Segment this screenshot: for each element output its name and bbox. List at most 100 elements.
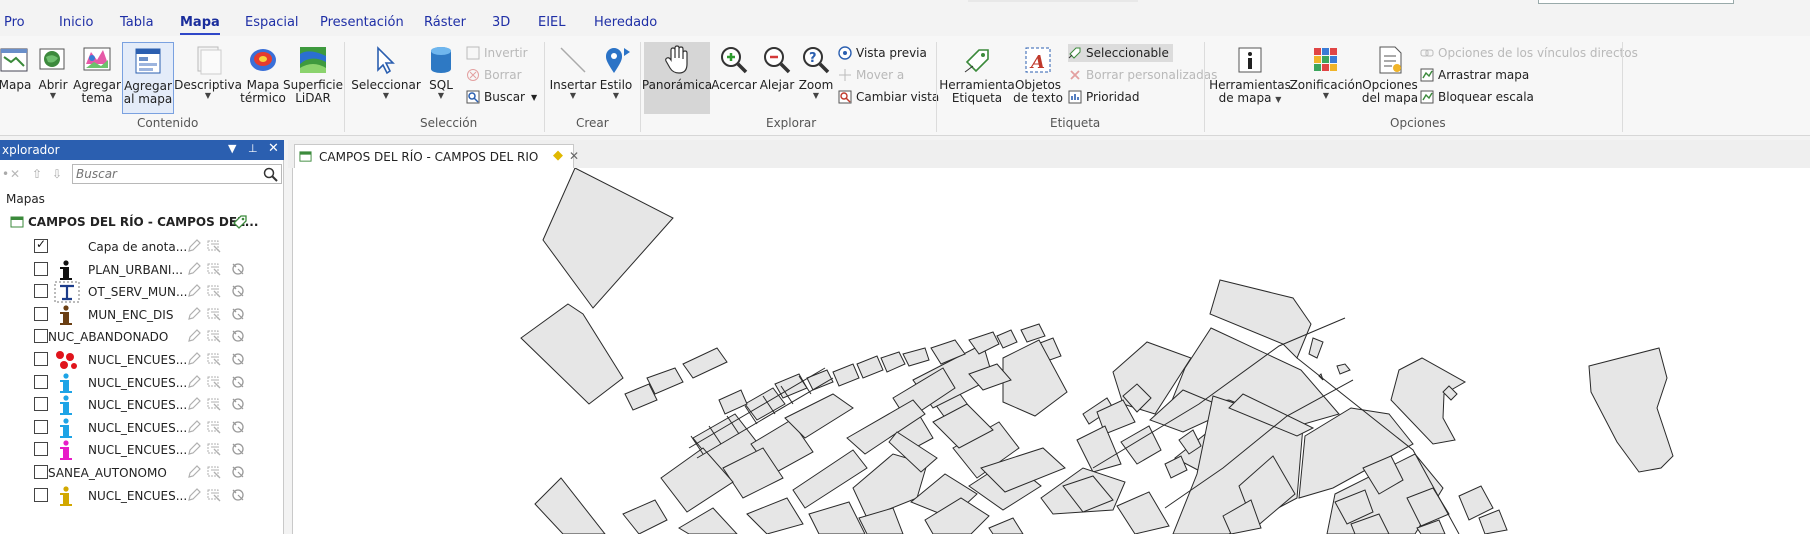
quick-search-box[interactable] xyxy=(1538,0,1734,4)
alejar-button[interactable]: Alejar xyxy=(758,42,796,114)
seleccionar-button[interactable]: Seleccionar ▼ xyxy=(351,42,421,114)
layer-visibility-checkbox[interactable] xyxy=(34,237,48,253)
borrar-personalizadas-button[interactable]: Borrar personalizadas xyxy=(1068,66,1217,84)
move-up-icon[interactable]: ⇧ xyxy=(32,167,42,181)
map-add-layer-icon[interactable] xyxy=(232,214,248,230)
tab-eiel[interactable]: EIEL xyxy=(538,15,566,30)
seleccionable-toggle[interactable]: Seleccionable xyxy=(1068,44,1173,62)
tab-pro[interactable]: Pro xyxy=(4,15,25,30)
edit-pencil-icon[interactable] xyxy=(186,351,202,367)
selectable-layer-icon[interactable] xyxy=(206,396,222,412)
opciones-del-mapa-button[interactable]: Opciones del mapa xyxy=(1362,42,1418,114)
label-visibility-icon[interactable] xyxy=(230,441,246,457)
buscar-button[interactable]: Buscar ▼ xyxy=(466,88,537,106)
invertir-button[interactable]: Invertir xyxy=(466,44,528,62)
layer-visibility-checkbox[interactable] xyxy=(34,306,48,321)
selectable-layer-icon[interactable] xyxy=(206,487,222,503)
edit-pencil-icon[interactable] xyxy=(186,419,202,435)
map-parcels[interactable] xyxy=(293,168,1810,534)
tab-heredado[interactable]: Heredado xyxy=(594,15,657,30)
label-visibility-icon[interactable] xyxy=(230,396,246,412)
layer-visibility-checkbox[interactable] xyxy=(34,442,48,457)
layer-row[interactable]: NUCL_ENCUES... xyxy=(0,392,284,416)
move-down-icon[interactable]: ⇩ xyxy=(52,167,62,181)
layer-row[interactable]: NUCL_ENCUES... xyxy=(0,437,284,461)
selectable-layer-icon[interactable] xyxy=(206,464,222,480)
insertar-button[interactable]: Insertar ▼ xyxy=(550,42,596,114)
estilo-button[interactable]: Estilo ▼ xyxy=(598,42,634,114)
selectable-layer-icon[interactable] xyxy=(206,374,222,390)
edit-pencil-icon[interactable] xyxy=(186,238,202,254)
cambiar-vista-button[interactable]: Cambiar vista xyxy=(838,88,939,106)
layer-visibility-checkbox[interactable] xyxy=(34,465,48,479)
acercar-button[interactable]: Acercar xyxy=(711,42,757,114)
layer-row[interactable]: NUCL_ENCUES... xyxy=(0,370,284,394)
edit-pencil-icon[interactable] xyxy=(186,464,202,480)
panel-menu-icon[interactable]: ▼ xyxy=(228,142,236,155)
vista-previa-button[interactable]: Vista previa xyxy=(838,44,927,62)
superficie-lidar-button[interactable]: Superficie LiDAR xyxy=(283,42,343,114)
tab-inicio[interactable]: Inicio xyxy=(59,15,93,30)
layer-visibility-checkbox[interactable] xyxy=(34,284,48,299)
layer-visibility-checkbox[interactable] xyxy=(34,374,48,389)
selectable-layer-icon[interactable] xyxy=(206,261,222,277)
map-document-tab[interactable]: CAMPOS DEL RÍO - CAMPOS DEL RIO ◆ ✕ xyxy=(294,144,579,168)
label-visibility-icon[interactable] xyxy=(230,283,246,299)
edit-pencil-icon[interactable] xyxy=(186,283,202,299)
zonificacion-button[interactable]: Zonificación ▼ xyxy=(1290,42,1362,114)
agregar-tema-button[interactable]: Agregar tema xyxy=(73,42,121,114)
selectable-layer-icon[interactable] xyxy=(206,351,222,367)
sql-button[interactable]: SQL ▼ xyxy=(424,42,458,114)
selectable-layer-icon[interactable] xyxy=(206,441,222,457)
layer-row[interactable]: OT_SERV_MUN... xyxy=(0,279,284,303)
bloquear-escala-button[interactable]: Bloquear escala xyxy=(1420,88,1534,106)
pin-icon[interactable]: ⊥ xyxy=(248,142,258,155)
close-icon[interactable]: ✕ xyxy=(268,141,279,156)
remove-layer-icon[interactable]: ✕ xyxy=(10,167,20,181)
mover-a-button[interactable]: Mover a xyxy=(838,66,904,84)
tab-raster[interactable]: Ráster xyxy=(424,15,466,30)
edit-pencil-icon[interactable] xyxy=(186,261,202,277)
edit-pencil-icon[interactable] xyxy=(186,487,202,503)
explorer-search-input[interactable] xyxy=(76,165,256,183)
layer-row[interactable]: NUCL_ENCUES... xyxy=(0,347,284,371)
arrastrar-mapa-button[interactable]: Arrastrar mapa xyxy=(1420,66,1529,84)
tab-tabla[interactable]: Tabla xyxy=(120,15,154,30)
tab-mapa[interactable]: Mapa xyxy=(180,15,220,35)
herramienta-etiqueta-button[interactable]: Herramienta Etiqueta xyxy=(939,42,1015,114)
label-visibility-icon[interactable] xyxy=(230,464,246,480)
layer-row[interactable]: MUN_ENC_DIS xyxy=(0,302,284,326)
mapa-button[interactable]: Mapa xyxy=(0,42,31,114)
layer-visibility-checkbox[interactable] xyxy=(34,261,48,276)
label-visibility-icon[interactable] xyxy=(230,419,246,435)
prioridad-button[interactable]: Prioridad xyxy=(1068,88,1140,106)
panoramica-button[interactable]: Panorámica xyxy=(642,42,712,114)
selectable-layer-icon[interactable] xyxy=(206,238,222,254)
layer-row[interactable]: SANEA_AUTONOMO xyxy=(0,460,284,484)
close-tab-icon[interactable]: ✕ xyxy=(569,149,579,163)
mapas-node[interactable]: Mapas xyxy=(6,192,45,206)
layer-row[interactable]: Capa de anota... xyxy=(0,234,284,258)
layer-visibility-checkbox[interactable] xyxy=(34,352,48,366)
layer-visibility-checkbox[interactable] xyxy=(34,397,48,412)
descriptiva-button[interactable]: Descriptiva ▼ xyxy=(174,42,242,114)
label-visibility-icon[interactable] xyxy=(230,487,246,503)
objetos-de-texto-button[interactable]: A Objetos de texto xyxy=(1012,42,1064,114)
borrar-seleccion-button[interactable]: Borrar xyxy=(466,66,522,84)
map-node[interactable]: CAMPOS DEL RÍO - CAMPOS DEL... xyxy=(10,214,280,232)
agregar-al-mapa-button[interactable]: Agregar al mapa xyxy=(122,42,174,114)
edit-pencil-icon[interactable] xyxy=(186,374,202,390)
label-visibility-icon[interactable] xyxy=(230,261,246,277)
label-visibility-icon[interactable] xyxy=(230,351,246,367)
layer-visibility-checkbox[interactable] xyxy=(34,329,48,344)
layer-row[interactable]: PLAN_URBANI... xyxy=(0,257,284,281)
layer-visibility-checkbox[interactable] xyxy=(34,487,48,502)
mapa-termico-button[interactable]: Mapa térmico xyxy=(240,42,286,114)
layer-visibility-checkbox[interactable] xyxy=(34,419,48,434)
zoom-button[interactable]: ? Zoom ▼ xyxy=(798,42,834,114)
layer-row[interactable]: NUCL_ENCUES... xyxy=(0,483,284,507)
search-icon[interactable] xyxy=(263,167,278,182)
edit-pencil-icon[interactable] xyxy=(186,441,202,457)
layer-row[interactable]: NUC_ABANDONADO xyxy=(0,324,284,348)
selectable-layer-icon[interactable] xyxy=(206,283,222,299)
